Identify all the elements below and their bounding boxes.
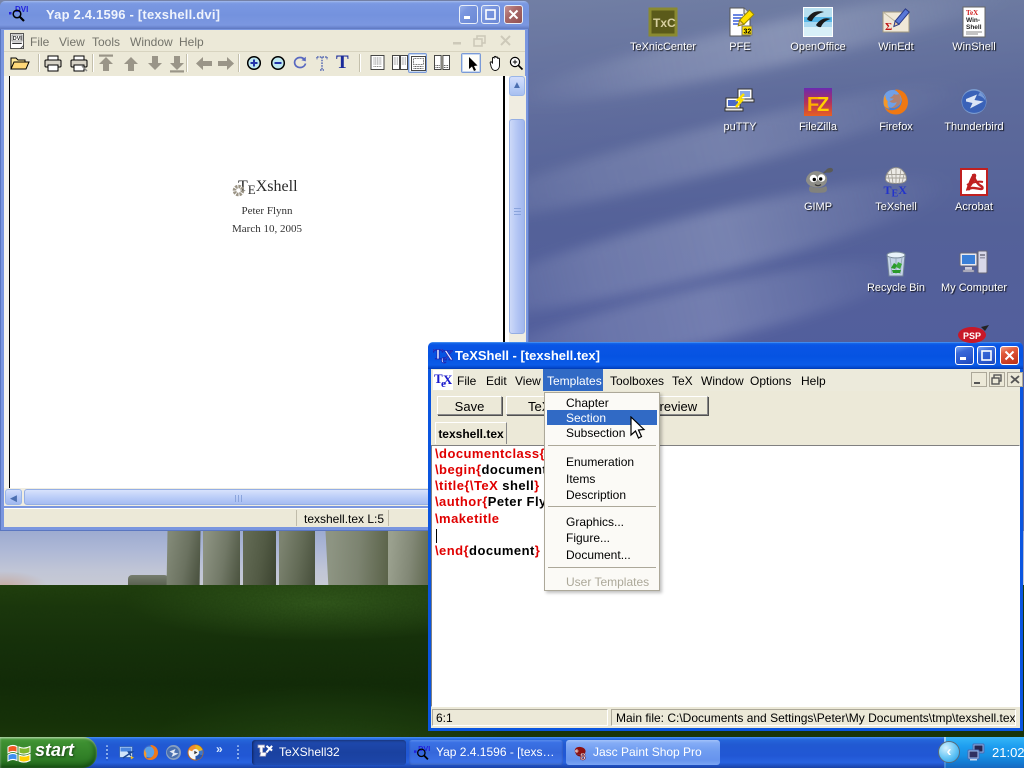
svg-text:PSP: PSP (963, 331, 981, 341)
svg-text:Shell: Shell (966, 24, 982, 31)
svg-text:Win-: Win- (966, 17, 980, 24)
svg-text:TeX: TeX (966, 9, 978, 17)
svg-text:32: 32 (744, 29, 752, 36)
svg-text:Z: Z (817, 94, 829, 116)
svg-text:X: X (443, 372, 452, 387)
svg-text:TEX: TEX (884, 183, 908, 198)
svg-text:Σ: Σ (885, 21, 892, 33)
svg-text:DVI: DVI (13, 36, 22, 42)
svg-text:X: X (443, 348, 453, 364)
svg-text:TxC: TxC (653, 16, 676, 30)
svg-text:8: 8 (580, 752, 586, 762)
